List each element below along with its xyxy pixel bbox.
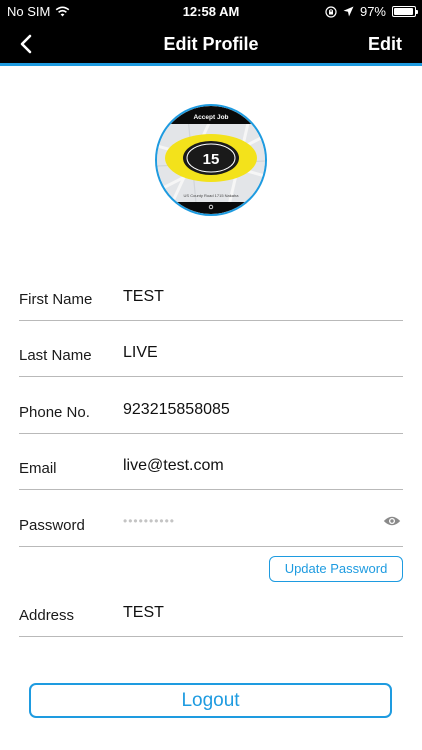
status-right: 97% [325, 4, 418, 19]
last-name-label: Last Name [19, 347, 92, 364]
avatar-image: Accept Job 15 US County Road 1715 Nakaha [157, 106, 265, 214]
battery-fill [394, 8, 414, 15]
update-password-button[interactable]: Update Password [269, 556, 403, 582]
password-field[interactable]: Password •••••••••• [19, 507, 403, 547]
rotation-lock-icon [325, 5, 337, 18]
edit-button[interactable]: Edit [368, 34, 402, 55]
email-value[interactable]: live@test.com [123, 457, 224, 475]
phone-label: Phone No. [19, 404, 90, 421]
profile-avatar[interactable]: Accept Job 15 US County Road 1715 Nakaha [155, 104, 267, 216]
avatar-header-text: Accept Job [193, 114, 228, 121]
nav-bar: Edit Profile Edit [0, 24, 422, 66]
address-field[interactable]: Address TEST [19, 597, 403, 637]
last-name-field[interactable]: Last Name LIVE [19, 337, 403, 377]
password-label: Password [19, 517, 85, 534]
last-name-value[interactable]: LIVE [123, 344, 158, 362]
email-field[interactable]: Email live@test.com [19, 450, 403, 490]
phone-value[interactable]: 923215858085 [123, 401, 230, 419]
address-label: Address [19, 607, 75, 624]
logout-button[interactable]: Logout [29, 683, 392, 718]
battery-percent: 97% [359, 4, 386, 19]
first-name-value[interactable]: TEST [123, 288, 164, 306]
address-value[interactable]: TEST [123, 604, 164, 622]
first-name-field[interactable]: First Name TEST [19, 281, 403, 321]
page-title: Edit Profile [163, 34, 259, 54]
email-label: Email [19, 460, 57, 477]
battery-icon [392, 6, 418, 17]
password-value[interactable]: •••••••••• [123, 514, 175, 528]
location-arrow-icon [343, 6, 354, 17]
phone-field[interactable]: Phone No. 923215858085 [19, 394, 403, 434]
status-bar: No SIM 12:58 AM 97% [0, 0, 422, 24]
avatar-number: 15 [203, 151, 220, 168]
first-name-label: First Name [19, 291, 93, 308]
avatar-footer-text: US County Road 1715 Nakaha [184, 193, 240, 198]
eye-icon[interactable] [383, 515, 401, 527]
